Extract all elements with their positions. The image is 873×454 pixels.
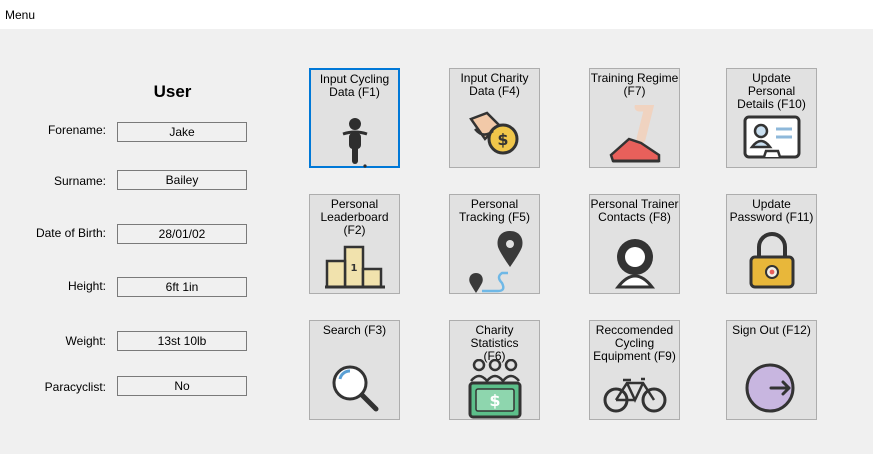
search-button[interactable]: Search (F3) [309, 320, 400, 420]
weight-label: Weight: [65, 334, 106, 348]
dob-field[interactable]: 28/01/02 [117, 224, 247, 244]
personal-tracking-button[interactable]: Personal Tracking (F5) [449, 194, 540, 294]
update-personal-details-button[interactable]: Update Personal Details (F10) [726, 68, 817, 168]
running-shoe-icon [609, 105, 660, 163]
weight-field[interactable]: 13st 10lb [117, 331, 247, 351]
sign-out-icon [745, 363, 794, 413]
bicycle-icon [603, 377, 666, 413]
paracyclist-field[interactable]: No [117, 376, 247, 396]
padlock-icon [749, 232, 794, 289]
user-heading: User [153, 82, 192, 101]
map-route-icon [468, 231, 522, 293]
surname-field[interactable]: Bailey [117, 170, 247, 190]
sign-out-button[interactable]: Sign Out (F12) [726, 320, 817, 420]
cyclist-icon [342, 118, 367, 168]
input-cycling-data-button[interactable]: Input Cycling Data (F1) [309, 68, 400, 168]
forename-label: Forename: [47, 123, 106, 137]
podium-icon: 1 [324, 245, 385, 289]
menu-item-menu[interactable]: Menu [5, 8, 35, 22]
dob-label: Date of Birth: [35, 226, 106, 240]
person-icon [614, 239, 655, 289]
svg-text:$: $ [489, 391, 500, 410]
id-card-icon [743, 115, 800, 159]
magnifier-icon [332, 365, 378, 412]
input-charity-data-button[interactable]: Input Charity Data (F4) $ [449, 68, 540, 168]
personal-trainer-contacts-button[interactable]: Personal Trainer Contacts (F8) [589, 194, 680, 294]
charity-statistics-button[interactable]: Charity Statistics (F6) $ [449, 320, 540, 420]
svg-text:$: $ [497, 130, 508, 149]
personal-leaderboard-button[interactable]: Personal Leaderboard (F2) 1 [309, 194, 400, 294]
paracyclist-label: Paracyclist: [44, 380, 106, 394]
recommended-cycling-equipment-button[interactable]: Reccomended Cycling Equipment (F9) [589, 320, 680, 420]
height-field[interactable]: 6ft 1in [117, 277, 247, 297]
donate-coin-icon: $ [468, 111, 518, 155]
surname-label: Surname: [53, 174, 106, 188]
forename-field[interactable]: Jake [117, 122, 247, 142]
charity-stats-icon: $ [468, 359, 521, 419]
height-label: Height: [67, 279, 106, 293]
update-password-button[interactable]: Update Password (F11) [726, 194, 817, 294]
training-regime-button[interactable]: Training Regime (F7) [589, 68, 680, 168]
menu-bar: Menu [0, 0, 873, 29]
svg-text:1: 1 [350, 263, 357, 274]
